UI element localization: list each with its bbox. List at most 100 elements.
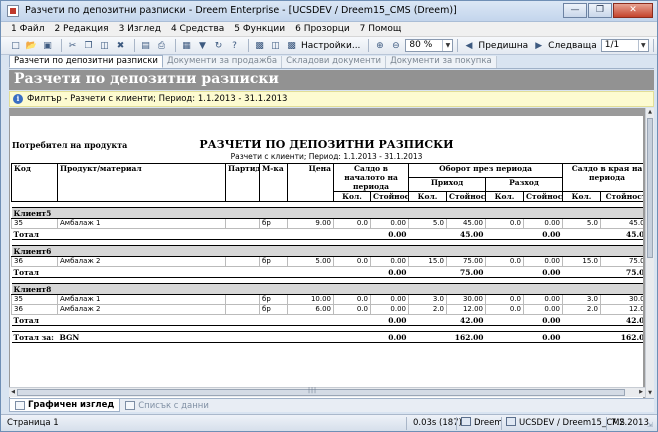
- next-page-icon[interactable]: ▶: [532, 39, 545, 52]
- status-app: Dreem: [461, 417, 503, 430]
- help-icon[interactable]: ?: [228, 39, 241, 52]
- col-income: Приход: [408, 177, 487, 192]
- title-bar[interactable]: Разчети по депозитни разписки - Dreem En…: [1, 1, 657, 22]
- scroll-up-icon[interactable]: ▲: [646, 108, 654, 117]
- report-viewer[interactable]: Потребител на продукта РАЗЧЕТИ ПО ДЕПОЗИ…: [9, 108, 654, 398]
- next-page-button[interactable]: Следваща: [548, 41, 597, 51]
- cell-price: 10.00: [287, 294, 334, 305]
- tab-sales-documents[interactable]: Документи за продажба: [162, 56, 283, 68]
- chevron-down-icon[interactable]: ▼: [637, 40, 648, 51]
- filter-text: Филтър - Разчети с клиенти; Период: 1.1.…: [27, 94, 288, 104]
- vertical-scrollbar[interactable]: ▲ ▼: [645, 108, 654, 398]
- tab-deposit-receipts[interactable]: Разчети по депозитни разписки: [9, 55, 163, 68]
- zoom-in-icon[interactable]: ⊕: [373, 39, 386, 52]
- col-unit: М-ка: [259, 163, 288, 202]
- table-icon[interactable]: ▦: [180, 39, 193, 52]
- zoom-select[interactable]: 80 % ▼: [405, 39, 454, 52]
- print-preview-icon[interactable]: ▤: [139, 39, 152, 52]
- close-button[interactable]: ✕: [613, 3, 653, 18]
- print-icon[interactable]: ⎙: [155, 39, 168, 52]
- menu-bar: 1 Файл 2 Редакция 3 Изглед 4 Средства 5 …: [1, 22, 657, 37]
- group-name: Клиент5: [11, 207, 643, 219]
- tab-graphic-view-label: Графичен изглед: [28, 400, 115, 410]
- col-value: Стойност: [600, 191, 643, 202]
- grid-icon[interactable]: ▩: [253, 39, 266, 52]
- toolbar-separator: [175, 39, 176, 52]
- zoom-out-icon[interactable]: ⊖: [389, 39, 402, 52]
- tab-graphic-view[interactable]: Графичен изглед: [9, 399, 121, 412]
- page-select[interactable]: 1/1 ▼: [600, 39, 649, 52]
- menu-windows[interactable]: 6 Прозорци: [295, 24, 350, 34]
- cell-eq: 0.0: [485, 218, 525, 229]
- cell-iq: 2.0: [408, 304, 448, 315]
- col-code: Код: [11, 163, 58, 202]
- total-spacer: [485, 266, 524, 278]
- columns-icon[interactable]: ◫: [269, 39, 282, 52]
- paste-icon[interactable]: ◫: [98, 39, 111, 52]
- toolbar-separator: [248, 39, 249, 52]
- total-row: Тотал 0.00 45.00 0.00 45.00: [11, 228, 643, 240]
- cell-batch: [225, 256, 260, 267]
- cell-oq: 0.0: [333, 256, 371, 267]
- cut-icon[interactable]: ✂: [66, 39, 79, 52]
- tab-purchase-documents[interactable]: Документи за покупка: [386, 56, 497, 68]
- tab-data-list[interactable]: Списък с данни: [120, 399, 214, 412]
- copy-icon[interactable]: ❐: [82, 39, 95, 52]
- status-divider: [501, 417, 502, 430]
- menu-functions[interactable]: 5 Функции: [234, 24, 285, 34]
- cell-cv: 30.00: [600, 294, 643, 305]
- resize-grip-icon[interactable]: ⇲: [647, 421, 656, 430]
- total-spacer: [485, 331, 524, 343]
- menu-view[interactable]: 3 Изглед: [119, 24, 161, 34]
- tab-data-list-label: Списък с данни: [138, 400, 209, 411]
- toolbar-separator: [457, 39, 459, 52]
- scroll-thumb[interactable]: [17, 387, 625, 396]
- grand-total-ev: 0.00: [523, 331, 563, 343]
- cell-ev: 0.00: [523, 304, 564, 315]
- table-row: 36 Амбалаж 2 бр 6.00 0.0 0.00 2.0 12.00 0.0 0.00 2…: [11, 304, 643, 315]
- horizontal-scrollbar[interactable]: ◀ ▶: [9, 387, 645, 397]
- scroll-right-icon[interactable]: ▶: [637, 388, 645, 397]
- scroll-thumb[interactable]: [647, 118, 653, 258]
- app-icon[interactable]: [7, 5, 19, 17]
- cell-batch: [225, 304, 260, 315]
- minimize-button[interactable]: —: [563, 3, 587, 18]
- cell-iq: 15.0: [408, 256, 448, 267]
- group-row: Клиент8: [11, 283, 643, 295]
- table-row: 35 Амбалаж 1 бр 9.00 0.0 0.00 5.0 45.00 0.0 0.00 5…: [11, 218, 643, 229]
- filter-icon[interactable]: ▼: [196, 39, 209, 52]
- open-icon[interactable]: 📂: [25, 39, 38, 52]
- chevron-down-icon[interactable]: ▼: [442, 40, 452, 51]
- col-expense: Разход: [485, 177, 564, 192]
- status-divider: [406, 417, 407, 430]
- previous-page-icon[interactable]: ◀: [462, 39, 475, 52]
- new-icon[interactable]: □: [9, 39, 22, 52]
- cell-eq: 0.0: [485, 294, 525, 305]
- total-iv: 75.00: [446, 266, 486, 278]
- status-date: 7.2.2013: [611, 418, 649, 428]
- cell-ev: 0.00: [523, 256, 564, 267]
- menu-tools[interactable]: 4 Средства: [171, 24, 224, 34]
- menu-file[interactable]: 1 Файл: [11, 24, 44, 34]
- col-qty: Кол.: [408, 191, 448, 202]
- total-spacer: [562, 266, 601, 278]
- settings-icon[interactable]: ▩: [285, 39, 298, 52]
- save-icon[interactable]: ▣: [41, 39, 54, 52]
- scroll-down-icon[interactable]: ▼: [646, 389, 654, 398]
- menu-edit[interactable]: 2 Редакция: [54, 24, 108, 34]
- restore-button[interactable]: ❐: [588, 3, 612, 18]
- delete-icon[interactable]: ✖: [114, 39, 127, 52]
- col-batch: Партида: [225, 163, 260, 202]
- settings-button[interactable]: Настройки...: [301, 41, 360, 51]
- total-spacer: [408, 266, 447, 278]
- list-icon: [125, 401, 136, 410]
- tab-warehouse-documents[interactable]: Складови документи: [282, 56, 387, 68]
- menu-help[interactable]: 7 Помощ: [360, 24, 402, 34]
- cell-cv: 45.00: [600, 218, 643, 229]
- col-product: Продукт/материал: [57, 163, 226, 202]
- scroll-left-icon[interactable]: ◀: [9, 388, 17, 397]
- refresh-icon[interactable]: ↻: [212, 39, 225, 52]
- total-row: Тотал 0.00 75.00 0.00 75.00: [11, 266, 643, 278]
- total-ev: 0.00: [523, 228, 563, 240]
- previous-page-button[interactable]: Предишна: [478, 41, 528, 51]
